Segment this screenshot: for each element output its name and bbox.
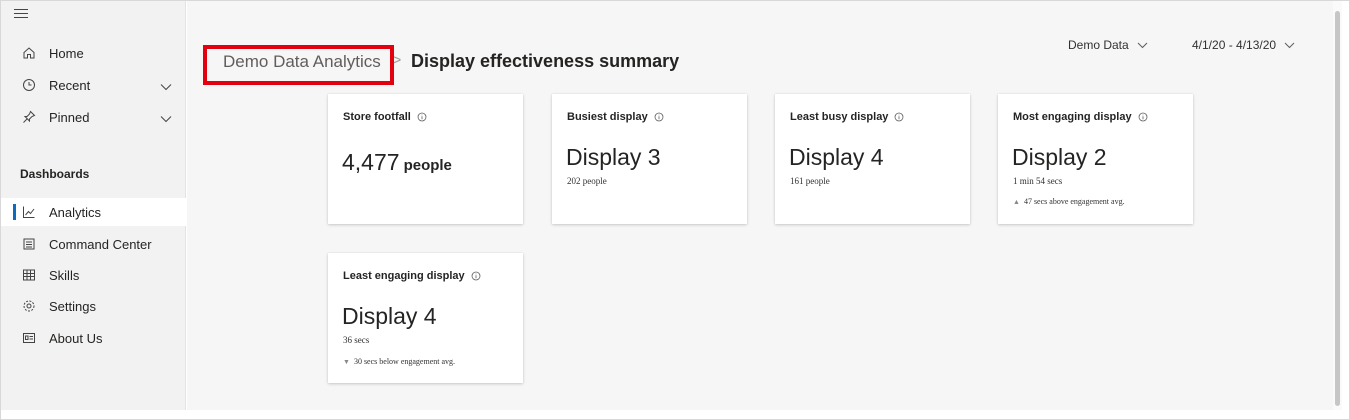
gear-icon — [21, 298, 37, 314]
kpi-card-store-footfall[interactable]: Store footfall 4,477 people — [328, 94, 523, 224]
card-value-unit: people — [403, 157, 452, 174]
sidebar-item-about-us[interactable]: About Us — [1, 324, 186, 352]
date-range-label: 4/1/20 - 4/13/20 — [1192, 38, 1277, 52]
card-value: Display 4 — [789, 144, 884, 170]
chevron-down-icon[interactable] — [160, 111, 172, 126]
section-label-dashboards: Dashboards — [20, 167, 90, 181]
sidebar-item-label: Pinned — [49, 109, 90, 125]
card-subtext: 202 people — [567, 176, 607, 186]
card-value: Display 2 — [1012, 144, 1107, 170]
card-trend-text: 30 secs below engagement avg. — [353, 357, 456, 366]
sidebar-item-label: Command Center — [49, 236, 152, 252]
card-title: Least engaging display — [343, 270, 481, 282]
sidebar-item-analytics[interactable]: Analytics — [1, 198, 186, 226]
date-range-dropdown[interactable]: 4/1/20 - 4/13/20 — [1192, 38, 1295, 52]
sidebar-item-recent[interactable]: Recent — [1, 71, 186, 99]
sidebar-item-label: Analytics — [49, 204, 102, 220]
vertical-scrollbar[interactable] — [1333, 1, 1342, 410]
pin-icon — [21, 109, 37, 125]
chevron-down-icon — [1284, 38, 1295, 52]
card-title-text: Least engaging display — [343, 270, 465, 282]
card-title: Most engaging display — [1013, 111, 1148, 123]
sidebar-item-label: Skills — [49, 267, 80, 283]
trend-down-icon: ▼ — [343, 357, 350, 366]
card-value: Display 3 — [566, 144, 661, 170]
sidebar-item-pinned[interactable]: Pinned — [1, 103, 186, 131]
kpi-card-least-engaging-display[interactable]: Least engaging display Display 4 36 secs… — [328, 253, 523, 383]
trend-up-icon: ▲ — [1013, 197, 1020, 206]
chevron-down-icon — [1137, 38, 1148, 52]
card-value-number: 4,477 — [342, 149, 400, 175]
sidebar-item-label: Home — [49, 45, 84, 61]
page-title: Display effectiveness summary — [411, 51, 680, 71]
card-title: Least busy display — [790, 111, 904, 123]
info-icon[interactable] — [471, 271, 481, 281]
card-title: Store footfall — [343, 111, 427, 123]
card-trend: ▼ 30 secs below engagement avg. — [343, 357, 455, 366]
clock-icon — [21, 77, 37, 93]
sidebar: Home Recent Pinned Dashboards Analytics … — [1, 1, 186, 410]
card-trend: ▲ 47 secs above engagement avg. — [1013, 197, 1125, 206]
command-center-icon — [21, 236, 37, 252]
card-subtext: 36 secs — [343, 335, 370, 345]
sidebar-item-home[interactable]: Home — [1, 39, 186, 67]
card-value: 4,477 people — [342, 149, 452, 176]
hamburger-menu-icon[interactable] — [14, 9, 28, 19]
card-title-text: Most engaging display — [1013, 111, 1132, 123]
data-source-label: Demo Data — [1068, 38, 1129, 52]
sidebar-item-label: Recent — [49, 77, 91, 93]
contact-card-icon — [21, 330, 37, 346]
annotation-highlight-box — [203, 45, 394, 85]
card-trend-text: 47 secs above engagement avg. — [1023, 197, 1125, 206]
chevron-down-icon[interactable] — [160, 79, 172, 94]
data-source-dropdown[interactable]: Demo Data — [1068, 38, 1148, 52]
sidebar-item-command-center[interactable]: Command Center — [1, 230, 186, 258]
info-icon[interactable] — [654, 112, 664, 122]
info-icon[interactable] — [894, 112, 904, 122]
skills-grid-icon — [21, 267, 37, 283]
scrollbar-thumb[interactable] — [1335, 11, 1340, 406]
card-subtext: 1 min 54 secs — [1013, 176, 1063, 186]
sidebar-item-label: Settings — [49, 298, 96, 314]
info-icon[interactable] — [1138, 112, 1148, 122]
kpi-card-busiest-display[interactable]: Busiest display Display 3 202 people — [552, 94, 747, 224]
card-value: Display 4 — [342, 303, 437, 329]
card-title: Busiest display — [567, 111, 664, 123]
kpi-card-least-busy-display[interactable]: Least busy display Display 4 161 people — [775, 94, 970, 224]
card-title-text: Store footfall — [343, 111, 411, 123]
home-icon — [21, 45, 37, 61]
sidebar-item-settings[interactable]: Settings — [1, 292, 186, 320]
card-title-text: Least busy display — [790, 111, 889, 123]
card-subtext: 161 people — [790, 176, 830, 186]
line-chart-icon — [21, 204, 37, 220]
info-icon[interactable] — [417, 112, 427, 122]
sidebar-item-label: About Us — [49, 330, 103, 346]
card-title-text: Busiest display — [567, 111, 648, 123]
sidebar-item-skills[interactable]: Skills — [1, 261, 186, 289]
kpi-card-most-engaging-display[interactable]: Most engaging display Display 2 1 min 54… — [998, 94, 1193, 224]
